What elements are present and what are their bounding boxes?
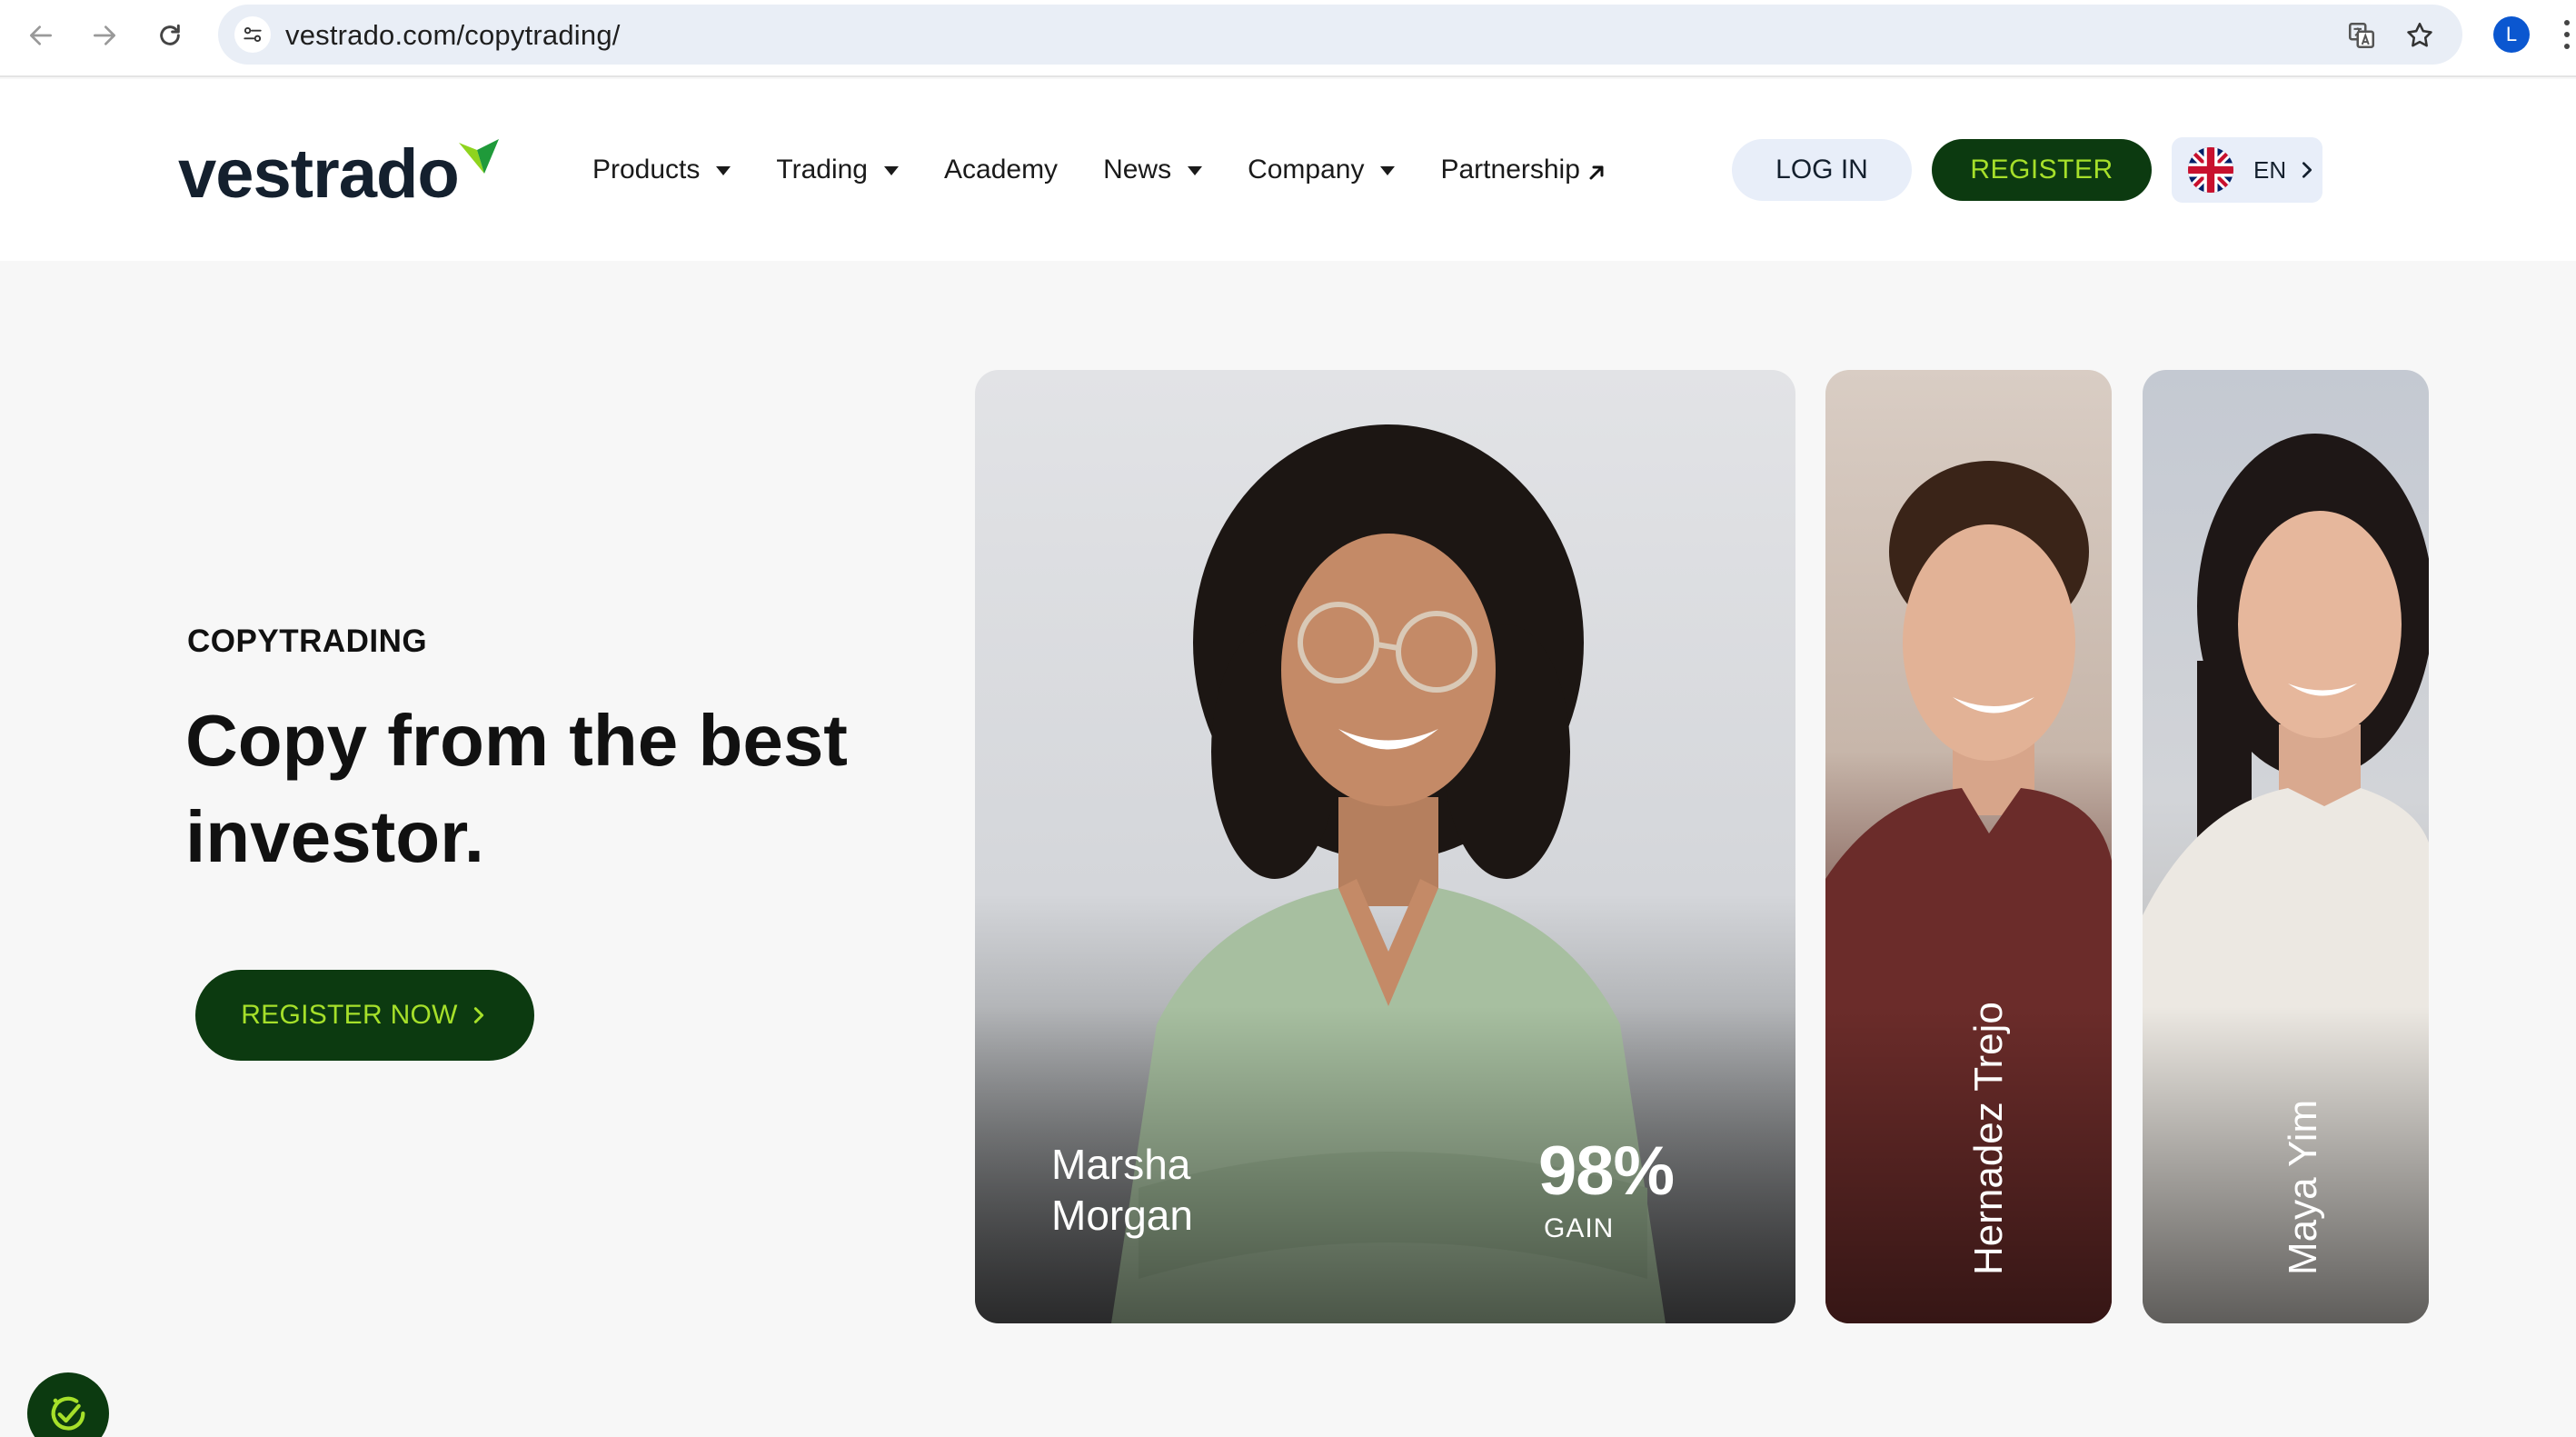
logo-leaf-icon [458,139,499,174]
hero-headline: Copy from the best investor. [185,693,985,885]
back-button[interactable] [22,16,60,55]
star-icon [2407,22,2432,47]
gain-value: 98% [1538,1133,1675,1210]
chevron-right-icon [2302,162,2312,178]
uk-flag-icon [2188,147,2233,193]
hero-eyebrow: COPYTRADING [187,624,428,659]
menu-academy-label: Academy [944,155,1059,185]
menu-trading[interactable]: Trading [776,155,899,185]
menu-company[interactable]: Company [1248,155,1396,185]
menu-news[interactable]: News [1103,155,1203,185]
trader-card[interactable]: Maya Yim [2143,370,2429,1323]
trader-card[interactable]: Hernadez Trejo [1825,370,2112,1323]
caret-down-icon [1188,166,1203,175]
headline-line-2: investor. [185,796,485,877]
site-info-icon[interactable] [234,16,271,53]
reload-icon [160,24,180,45]
menu-products[interactable]: Products [592,155,731,185]
browser-toolbar: vestrado.com/copytrading/ L [0,0,2576,77]
menu-partnership[interactable]: Partnership [1440,155,1606,185]
caret-down-icon [716,166,731,175]
address-bar[interactable]: vestrado.com/copytrading/ [218,5,2462,65]
trader-first-name: Marsha [1051,1141,1191,1188]
arrow-left-icon [30,25,52,45]
trader-name: Marsha Morgan [1051,1139,1193,1241]
chevron-right-icon [473,1007,483,1023]
caret-down-icon [1380,166,1396,175]
site-header: vestrado Products Trading Academy News C… [0,79,2576,261]
register-button[interactable]: REGISTER [1932,139,2152,201]
reload-button[interactable] [151,16,189,55]
external-link-arrow-icon [1589,165,1604,180]
bookmark-button[interactable] [2402,18,2437,53]
refresh-check-icon [51,1396,85,1431]
profile-avatar[interactable]: L [2493,16,2530,53]
vestrado-logo[interactable]: vestrado [178,134,501,215]
menu-trading-label: Trading [776,155,868,185]
forward-button[interactable] [85,16,124,55]
accessibility-widget-button[interactable] [27,1372,109,1437]
trader-card-featured[interactable]: Marsha Morgan 98% GAIN [975,370,1795,1323]
register-now-button[interactable]: REGISTER NOW [195,970,534,1061]
browser-menu-icon[interactable] [2561,16,2573,53]
menu-products-label: Products [592,155,701,185]
trader-name-vertical: Maya Yim [2281,1099,2325,1275]
logo-text: vestrado [178,135,460,213]
language-selector[interactable]: EN [2172,137,2322,203]
main-menu: Products Trading Academy News Company Pa… [592,79,1653,261]
caret-down-icon [884,166,899,175]
register-now-label: REGISTER NOW [241,1000,458,1030]
translate-button[interactable] [2344,18,2379,53]
translate-icon [2348,22,2375,49]
login-button[interactable]: LOG IN [1732,139,1912,201]
url-text[interactable]: vestrado.com/copytrading/ [285,19,621,52]
trader-name-vertical: Hernadez Trejo [1966,1002,2011,1275]
menu-company-label: Company [1248,155,1365,185]
menu-academy[interactable]: Academy [944,155,1058,185]
trader-last-name: Morgan [1051,1192,1193,1239]
menu-news-label: News [1103,155,1172,185]
menu-partnership-label: Partnership [1440,155,1580,185]
headline-line-1: Copy from the best [185,700,848,781]
arrow-right-icon [94,25,115,45]
language-code: EN [2253,155,2287,184]
gain-label: GAIN [1544,1213,1615,1243]
